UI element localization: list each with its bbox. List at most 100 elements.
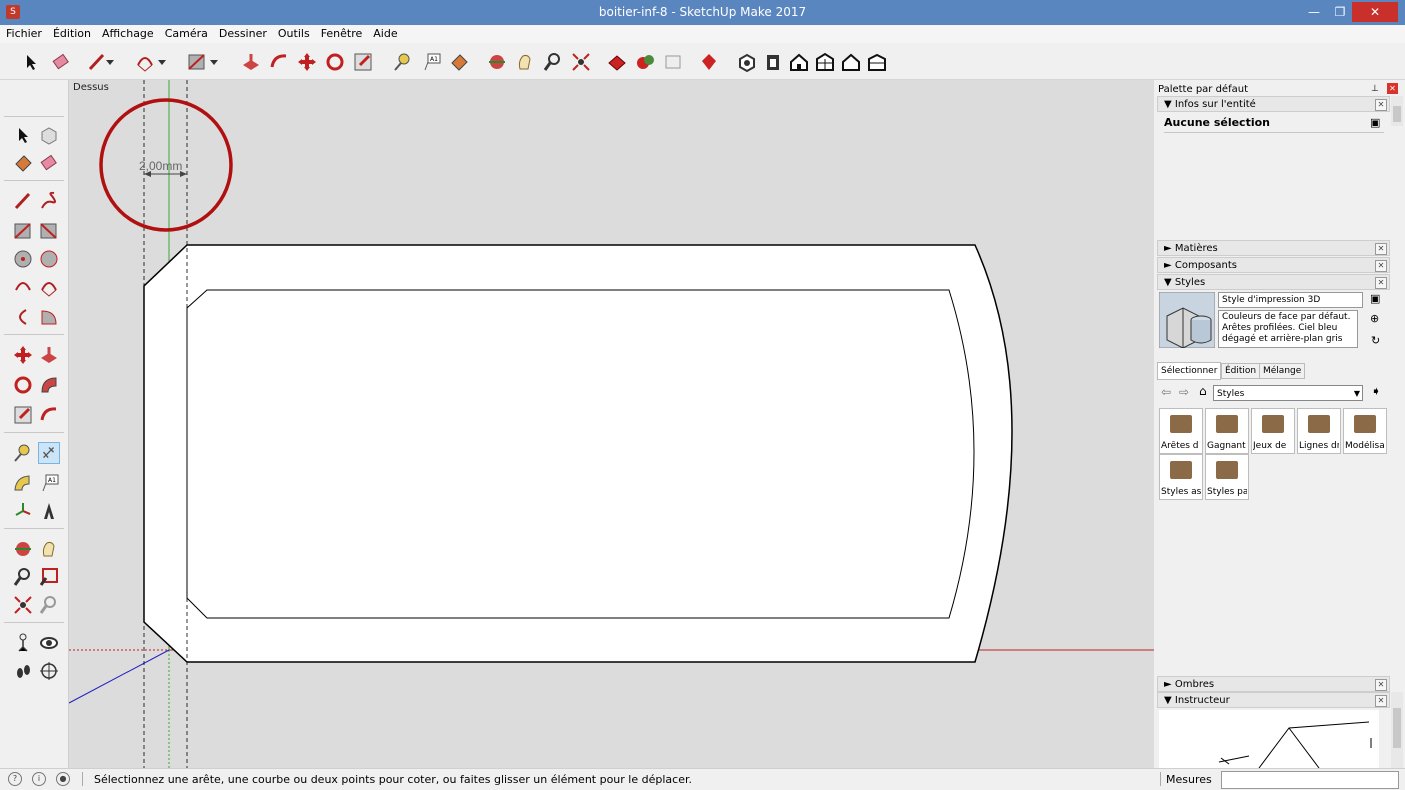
extension-warehouse-icon[interactable] <box>698 51 720 73</box>
tray-close-icon[interactable]: ✕ <box>1387 83 1398 94</box>
style-description-field[interactable]: Couleurs de face par défaut. Arêtes prof… <box>1218 310 1358 348</box>
styles-header[interactable]: ▼ Styles ✕ <box>1157 274 1390 290</box>
offset-icon[interactable] <box>38 404 60 426</box>
style-thumbnail[interactable]: Lignes dr <box>1297 408 1341 454</box>
instructor-header[interactable]: ▼ Instructeur ✕ <box>1157 692 1390 708</box>
menu-edition[interactable]: Édition <box>47 25 96 40</box>
polygon-icon[interactable] <box>38 248 60 270</box>
entity-info-header[interactable]: ▼ Infos sur l'entité ✕ <box>1157 96 1390 112</box>
close-icon[interactable]: ✕ <box>1375 277 1387 289</box>
top-view-icon[interactable] <box>762 51 784 73</box>
orbit-icon[interactable] <box>486 51 508 73</box>
style-thumbnail[interactable]: Gagnant <box>1205 408 1249 454</box>
collection-select[interactable]: Styles ▼ <box>1213 385 1363 401</box>
details-arrow-icon[interactable]: ➧ <box>1371 384 1381 398</box>
make-component-icon[interactable] <box>38 124 60 146</box>
eraser-icon[interactable] <box>50 51 72 73</box>
instructor-scrollbar[interactable] <box>1391 692 1403 768</box>
menu-affichage[interactable]: Affichage <box>96 25 159 40</box>
right-view-icon[interactable] <box>814 51 836 73</box>
axes-icon[interactable] <box>12 500 34 522</box>
push-pull-icon[interactable] <box>240 51 262 73</box>
move-icon[interactable] <box>296 51 318 73</box>
iso-view-icon[interactable] <box>736 51 758 73</box>
zoom-window-icon[interactable] <box>38 566 60 588</box>
text-icon[interactable]: A1 <box>38 472 60 494</box>
close-icon[interactable]: ✕ <box>1375 695 1387 707</box>
dropdown-arrow-icon[interactable] <box>208 51 220 73</box>
scale-icon[interactable] <box>12 404 34 426</box>
circle-icon[interactable] <box>12 248 34 270</box>
update-style-icon[interactable]: ↻ <box>1371 334 1380 347</box>
menu-dessiner[interactable]: Dessiner <box>213 25 272 40</box>
style-name-field[interactable]: Style d'impression 3D <box>1218 292 1363 308</box>
text-icon[interactable]: A1 <box>420 51 442 73</box>
arc-icon[interactable] <box>12 276 34 298</box>
tape-measure-icon[interactable] <box>12 442 34 464</box>
freehand-icon[interactable] <box>38 190 60 212</box>
select-icon[interactable] <box>12 124 34 146</box>
forward-arrow-icon[interactable]: ⇨ <box>1179 385 1189 399</box>
dropdown-arrow-icon[interactable] <box>156 51 168 73</box>
style-thumbnail[interactable]: Modélisat <box>1343 408 1387 454</box>
three-point-arc-icon[interactable] <box>12 306 34 328</box>
rectangle-icon[interactable] <box>12 220 34 242</box>
walk-icon[interactable] <box>12 660 34 682</box>
style-toggle-icon[interactable]: ▣ <box>1370 292 1380 305</box>
back-view-icon[interactable] <box>840 51 862 73</box>
scrollbar-thumb[interactable] <box>1393 106 1401 122</box>
zoom-icon[interactable] <box>542 51 564 73</box>
tape-measure-icon[interactable] <box>392 51 414 73</box>
tab-edition[interactable]: Édition <box>1221 363 1261 379</box>
components-header[interactable]: ► Composants ✕ <box>1157 257 1390 273</box>
push-pull-icon[interactable] <box>38 344 60 366</box>
pan-icon[interactable] <box>514 51 536 73</box>
drawing-viewport[interactable]: Dessus 2,00mm <box>69 80 1154 768</box>
dropdown-arrow-icon[interactable] <box>104 51 116 73</box>
move-icon[interactable] <box>12 344 34 366</box>
two-point-arc-icon[interactable] <box>38 276 60 298</box>
menu-aide[interactable]: Aide <box>367 25 402 40</box>
front-view-icon[interactable] <box>788 51 810 73</box>
paint-bucket-icon[interactable] <box>12 152 34 174</box>
create-style-icon[interactable]: ⊕ <box>1370 312 1379 325</box>
rectangle-icon[interactable] <box>186 51 208 73</box>
follow-me-icon[interactable] <box>38 374 60 396</box>
model-canvas[interactable]: 2,00mm <box>69 80 1154 768</box>
zoom-icon[interactable] <box>12 566 34 588</box>
inner-edge[interactable] <box>186 289 975 619</box>
position-camera-icon[interactable] <box>12 632 34 654</box>
tab-selectionner[interactable]: Sélectionner <box>1157 362 1222 380</box>
rotated-rectangle-icon[interactable] <box>38 220 60 242</box>
paint-bucket-icon[interactable] <box>448 51 470 73</box>
protractor-icon[interactable] <box>12 472 34 494</box>
style-thumbnail[interactable]: Arêtes d <box>1159 408 1203 454</box>
pan-icon[interactable] <box>38 538 60 560</box>
line-icon[interactable] <box>12 190 34 212</box>
style-thumbnail[interactable]: Jeux de <box>1251 408 1295 454</box>
close-button[interactable]: ✕ <box>1352 2 1398 22</box>
geo-location-icon[interactable]: ? <box>8 772 22 786</box>
restore-button[interactable]: ❐ <box>1326 2 1354 22</box>
zoom-extents-icon[interactable] <box>570 51 592 73</box>
3d-text-icon[interactable] <box>38 500 60 522</box>
credits-icon[interactable]: i <box>32 772 46 786</box>
entity-toggle-icon[interactable]: ▣ <box>1370 116 1380 129</box>
close-icon[interactable]: ✕ <box>1375 99 1387 111</box>
close-icon[interactable]: ✕ <box>1375 260 1387 272</box>
dimension-icon[interactable] <box>38 442 60 464</box>
look-around-icon[interactable] <box>38 632 60 654</box>
close-icon[interactable]: ✕ <box>1375 243 1387 255</box>
user-icon[interactable]: ● <box>56 772 70 786</box>
share-model-icon[interactable] <box>662 51 684 73</box>
minimize-button[interactable]: — <box>1300 2 1328 22</box>
menu-fichier[interactable]: Fichier <box>0 25 47 40</box>
style-thumbnail[interactable]: Styles pa <box>1205 454 1249 500</box>
components-3d-icon[interactable] <box>634 51 656 73</box>
pie-icon[interactable] <box>38 306 60 328</box>
previous-view-icon[interactable] <box>38 594 60 616</box>
menu-camera[interactable]: Caméra <box>159 25 213 40</box>
select-icon[interactable] <box>20 51 42 73</box>
arc-icon[interactable] <box>134 51 156 73</box>
back-arrow-icon[interactable]: ⇦ <box>1161 385 1171 399</box>
